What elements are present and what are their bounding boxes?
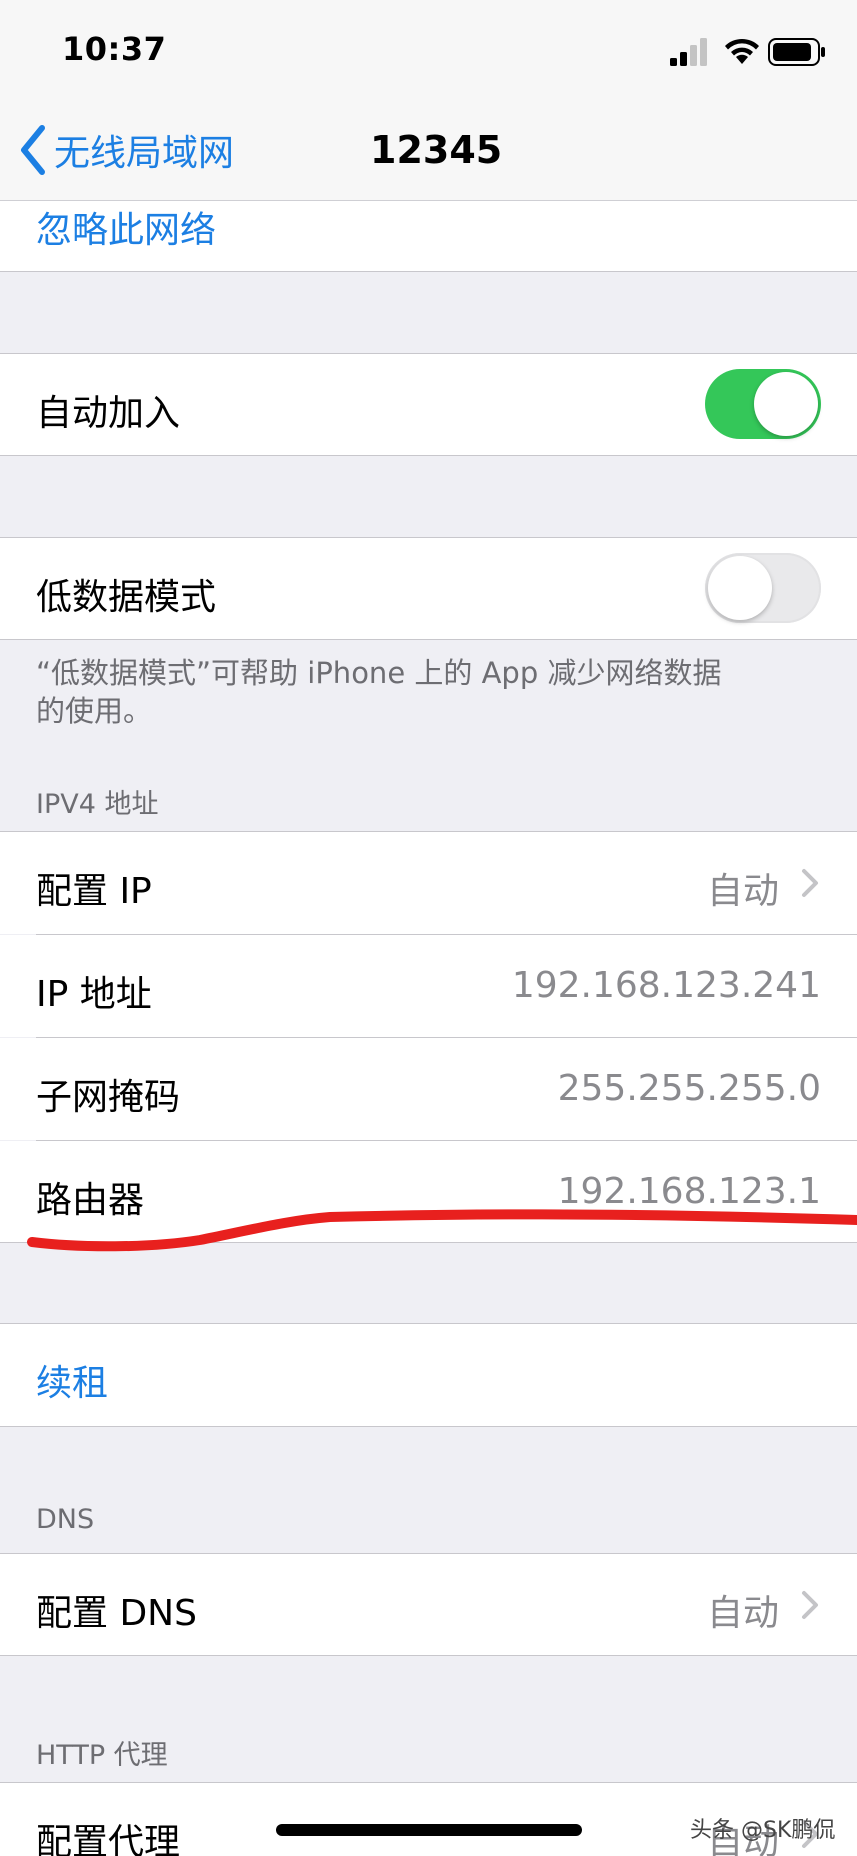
navigation-bar: 无线局域网 12345 xyxy=(0,100,857,201)
chevron-left-icon xyxy=(21,125,45,175)
divider xyxy=(0,271,857,272)
battery-icon xyxy=(768,38,825,66)
forget-network-button[interactable]: 忽略此网络 xyxy=(0,201,857,271)
subnet-mask-label: 子网掩码 xyxy=(36,1077,181,1118)
configure-ip-row[interactable]: 配置 IP 自动 xyxy=(0,832,857,934)
page-title: 12345 xyxy=(370,128,503,172)
wifi-icon xyxy=(725,38,759,64)
home-indicator[interactable] xyxy=(276,1824,582,1836)
router-value: 192.168.123.1 xyxy=(557,1171,821,1212)
configure-proxy-label: 配置代理 xyxy=(36,1822,181,1856)
chevron-right-icon xyxy=(802,1591,818,1619)
low-data-mode-toggle[interactable] xyxy=(705,553,821,623)
divider xyxy=(0,639,857,640)
divider xyxy=(0,1655,857,1656)
ip-address-label: IP 地址 xyxy=(36,974,152,1015)
cellular-signal-icon xyxy=(670,38,707,66)
subnet-mask-value: 255.255.255.0 xyxy=(557,1068,821,1109)
toggle-knob xyxy=(708,556,772,620)
back-button-label: 无线局域网 xyxy=(54,133,235,174)
auto-join-toggle[interactable] xyxy=(705,369,821,439)
divider xyxy=(0,1242,857,1243)
configure-ip-value: 自动 xyxy=(706,871,779,912)
router-row: 路由器 192.168.123.1 xyxy=(0,1141,857,1242)
ip-address-row: IP 地址 192.168.123.241 xyxy=(0,935,857,1037)
renew-lease-label: 续租 xyxy=(36,1363,109,1404)
low-data-mode-label: 低数据模式 xyxy=(36,577,217,618)
auto-join-row: 自动加入 xyxy=(0,354,857,455)
low-data-mode-note: “低数据模式”可帮助 iPhone 上的 App 减少网络数据的使用。 xyxy=(36,656,722,728)
configure-ip-label: 配置 IP xyxy=(36,871,152,912)
watermark: 头条 @SK鹏侃 xyxy=(690,1818,836,1843)
forget-network-label: 忽略此网络 xyxy=(36,210,217,251)
status-bar: 10:37 xyxy=(0,0,857,100)
router-label: 路由器 xyxy=(36,1180,145,1221)
renew-lease-button[interactable]: 续租 xyxy=(0,1324,857,1426)
divider xyxy=(0,1426,857,1427)
ip-address-value: 192.168.123.241 xyxy=(511,965,821,1006)
ipv4-section-header: IPV4 地址 xyxy=(36,789,159,820)
configure-dns-label: 配置 DNS xyxy=(36,1593,197,1634)
configure-dns-row[interactable]: 配置 DNS 自动 xyxy=(0,1554,857,1655)
back-button[interactable]: 无线局域网 xyxy=(18,122,234,178)
low-data-mode-row: 低数据模式 xyxy=(0,538,857,639)
configure-dns-value: 自动 xyxy=(706,1593,779,1634)
http-proxy-section-header: HTTP 代理 xyxy=(36,1740,168,1771)
dns-section-header: DNS xyxy=(36,1504,95,1535)
divider xyxy=(0,455,857,456)
chevron-right-icon xyxy=(802,869,818,897)
auto-join-label: 自动加入 xyxy=(36,393,181,434)
toggle-knob xyxy=(754,372,818,436)
status-time: 10:37 xyxy=(62,30,167,68)
subnet-mask-row: 子网掩码 255.255.255.0 xyxy=(0,1038,857,1140)
